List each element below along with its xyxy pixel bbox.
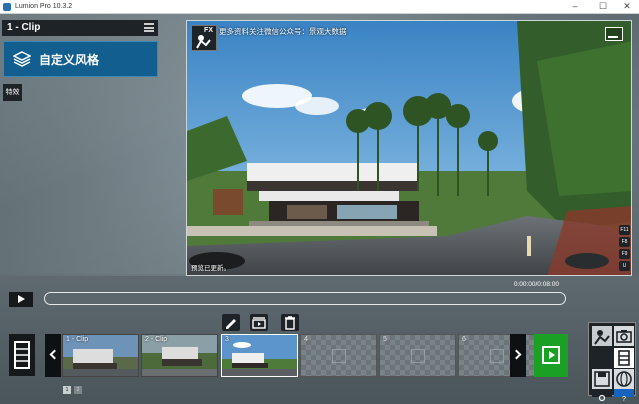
clip-3-number: 3 <box>225 336 229 343</box>
f8-key-button[interactable]: F8 <box>619 237 630 247</box>
clip-header: 1 - Clip <box>2 20 158 36</box>
settings-button[interactable] <box>592 389 612 402</box>
fx-worker-icon <box>196 35 211 49</box>
f9-key-button[interactable]: F9 <box>619 249 630 259</box>
floppy-disk-icon <box>594 371 610 387</box>
slot-5-number: 5 <box>383 336 387 343</box>
empty-clip-slot-5[interactable]: 5 <box>379 334 456 377</box>
slot-film-icon <box>332 349 346 363</box>
chevron-right-icon <box>511 349 522 360</box>
app-logo-icon <box>3 2 11 11</box>
build-mode-button[interactable] <box>592 326 612 346</box>
scroll-left-button[interactable] <box>45 334 61 377</box>
page-1-button[interactable]: 1 <box>63 386 71 394</box>
render-preview[interactable]: FX 更多资料关注微信公众号：景观大数据 预览已更新。 F11 F8 F9 U <box>186 20 632 276</box>
f11-key-button[interactable]: F11 <box>619 225 630 235</box>
window-title: Lumion Pro 10.3.2 <box>15 3 73 10</box>
custom-style-button[interactable]: 自定义风格 <box>3 41 158 77</box>
pencil-icon <box>226 319 236 329</box>
trash-icon <box>285 316 295 330</box>
preview-status: 预览已更新。 <box>191 265 230 272</box>
scene-render-image <box>187 21 631 275</box>
slot-film-icon <box>411 349 425 363</box>
empty-clip-slot-4[interactable]: 4 <box>300 334 377 377</box>
svg-text:?: ? <box>622 396 626 402</box>
chevron-left-icon <box>49 349 60 360</box>
gear-icon <box>598 394 606 402</box>
clip-1-number: 1 - Clip <box>66 336 89 343</box>
camera-icon <box>616 330 632 343</box>
panorama-mode-button[interactable] <box>614 369 634 389</box>
film-strip-icon <box>14 341 30 369</box>
render-clip-button[interactable] <box>250 314 268 331</box>
watermark-text: 更多资料关注微信公众号：景观大数据 <box>219 27 347 36</box>
worker-icon <box>594 330 610 345</box>
clip-thumbnail-1[interactable]: 1 - Clip <box>62 334 139 377</box>
timeline-scrubber[interactable] <box>44 292 566 305</box>
photo-mode-button[interactable] <box>614 326 634 346</box>
effects-tab[interactable]: 特效 <box>3 84 22 101</box>
minimize-button[interactable]: – <box>563 0 587 14</box>
help-button[interactable]: ? <box>614 389 634 403</box>
clip-3-preview <box>222 335 297 376</box>
hamburger-menu-icon[interactable] <box>144 23 154 32</box>
edit-clip-button[interactable] <box>222 314 240 331</box>
slot-6-number: 6 <box>462 336 466 343</box>
clip-thumbnail-3[interactable]: 3 <box>221 334 298 377</box>
layers-icon <box>12 50 32 68</box>
add-clip-button[interactable] <box>534 334 568 377</box>
time-readout: 0:00:00/0:08:00 <box>513 281 559 288</box>
save-button[interactable] <box>592 369 612 389</box>
u-key-button[interactable]: U <box>619 261 630 271</box>
delete-clip-button[interactable] <box>281 314 299 331</box>
clip-thumbnail-2[interactable]: 2 - Clip <box>141 334 218 377</box>
clip-title: 1 - Clip <box>7 22 41 33</box>
question-mark-icon: ? <box>622 396 626 403</box>
movie-mode-button[interactable] <box>614 348 634 368</box>
page-2-button[interactable]: 2 <box>74 386 82 394</box>
fullscreen-screen-icon[interactable] <box>605 27 623 41</box>
maximize-button[interactable]: ☐ <box>591 0 615 14</box>
fx-effects-button[interactable]: FX <box>191 25 217 51</box>
mode-selector-panel: ? <box>588 322 636 403</box>
scroll-right-button[interactable] <box>510 334 526 377</box>
close-button[interactable]: ✕ <box>615 0 639 14</box>
slot-film-icon <box>490 349 504 363</box>
play-button[interactable] <box>9 292 33 307</box>
clapper-icon <box>252 317 266 329</box>
movie-list-button[interactable] <box>9 334 35 376</box>
film-icon <box>618 350 630 366</box>
clip-2-number: 2 - Clip <box>145 336 168 343</box>
slot-4-number: 4 <box>304 336 308 343</box>
window-titlebar: Lumion Pro 10.3.2 – ☐ ✕ <box>0 0 639 14</box>
custom-style-label: 自定义风格 <box>39 52 100 67</box>
globe-icon <box>616 371 632 387</box>
add-video-icon <box>542 346 560 364</box>
